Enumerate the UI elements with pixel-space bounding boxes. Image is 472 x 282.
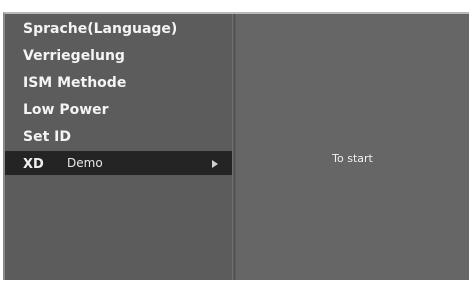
osd-menu: Sprache(Language) Verriegelung ISM Metho… [3, 12, 469, 280]
option-menu: Sprache(Language) Verriegelung ISM Metho… [5, 14, 232, 280]
menu-item-demo-label: Demo [67, 156, 103, 170]
menu-item-demo[interactable]: XD Demo [5, 151, 232, 175]
arrow-right-icon [212, 160, 218, 168]
xd-logo-icon: XD [23, 157, 44, 169]
menu-item-ism-method[interactable]: ISM Methode [5, 71, 232, 95]
xd-logo-text: XD [23, 157, 44, 169]
menu-item-lock[interactable]: Verriegelung [5, 44, 232, 68]
menu-item-set-id[interactable]: Set ID [5, 125, 232, 149]
info-panel: To start [236, 14, 469, 280]
menu-item-low-power[interactable]: Low Power [5, 98, 232, 122]
menu-item-language[interactable]: Sprache(Language) [5, 17, 232, 41]
to-start-text: To start [332, 152, 373, 165]
